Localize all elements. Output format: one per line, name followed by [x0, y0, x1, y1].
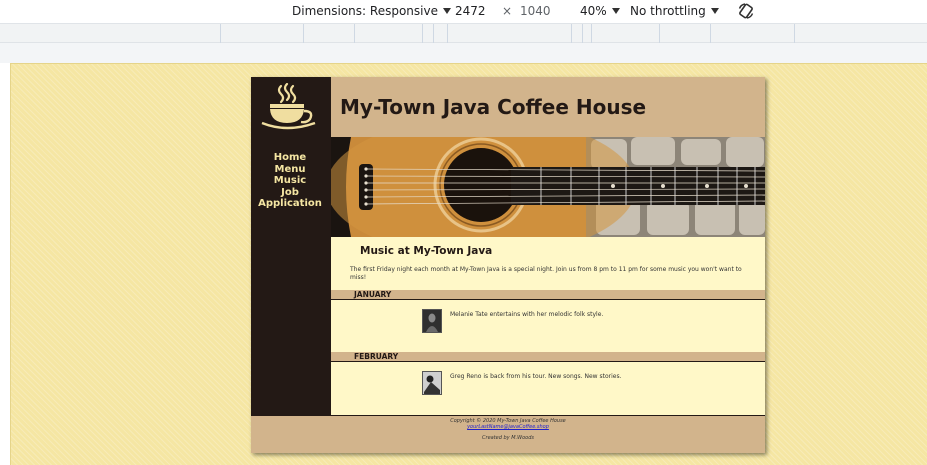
chevron-down-icon	[611, 8, 620, 14]
nav-link-home[interactable]: Home	[274, 152, 306, 163]
site-header: My-Town Java Coffee House	[251, 77, 765, 137]
nav-link-music[interactable]: Music	[274, 175, 306, 186]
zoom-label: 40%	[580, 4, 607, 18]
chevron-down-icon	[710, 8, 719, 14]
nav-item-menu[interactable]: Menu	[251, 164, 329, 176]
footer-email-link[interactable]: yourLastName@javaCoffee.shop	[467, 424, 549, 430]
rotate-icon[interactable]	[737, 2, 755, 20]
throttling-label: No throttling	[630, 4, 706, 18]
site-footer: Copyright © 2020 My-Town Java Coffee Hou…	[251, 415, 765, 453]
divider	[331, 361, 765, 362]
music-heading: Music at My-Town Java	[360, 245, 493, 257]
zoom-dropdown[interactable]: 40%	[580, 4, 620, 18]
dimensions-label: Dimensions: Responsive	[292, 4, 438, 18]
month-heading-january: JANUARY	[331, 290, 765, 299]
devtools-device-toolbar: Dimensions: Responsive × 40% No throttli…	[0, 0, 927, 23]
logo-box[interactable]	[251, 77, 331, 137]
width-input[interactable]	[452, 2, 496, 20]
media-query-ruler[interactable]	[0, 23, 927, 43]
event-text-february: Greg Reno is back from his tour. New son…	[450, 373, 622, 380]
chevron-down-icon	[442, 8, 451, 14]
melanie-tate-thumbnail	[422, 309, 442, 333]
event-text-january: Melanie Tate entertains with her melodic…	[450, 311, 604, 318]
main-content: Music at My-Town Java The first Friday n…	[331, 237, 765, 415]
footer-credit: Created by M.Woods	[482, 435, 534, 441]
site-wrapper: My-Town Java Coffee House Home Menu Musi…	[251, 77, 765, 453]
footer-email-line: yourLastName@javaCoffee.shop	[251, 424, 765, 430]
guitar-hero-illustration	[331, 137, 765, 237]
devtools-viewport-margin	[0, 43, 927, 63]
site-nav: Home Menu Music Job Application	[251, 137, 331, 415]
nav-item-home[interactable]: Home	[251, 152, 329, 164]
throttling-dropdown[interactable]: No throttling	[630, 4, 719, 18]
month-heading-february: FEBRUARY	[331, 352, 765, 361]
nav-item-job[interactable]: Job	[251, 187, 329, 199]
page-background: My-Town Java Coffee House Home Menu Musi…	[10, 63, 927, 465]
divider	[331, 299, 765, 300]
nav-link-menu[interactable]: Menu	[275, 164, 306, 175]
height-input[interactable]	[517, 2, 561, 20]
nav-link-job[interactable]: Job	[281, 187, 299, 198]
guitar-hero-image	[331, 137, 765, 237]
coffee-cup-logo-icon	[261, 83, 316, 130]
nav-item-music[interactable]: Music	[251, 175, 329, 187]
greg-reno-thumbnail	[422, 371, 442, 395]
dimensions-dropdown[interactable]: Dimensions: Responsive	[292, 4, 451, 18]
times-separator: ×	[502, 4, 513, 18]
nav-link-application[interactable]: Application	[258, 198, 322, 209]
nav-item-application[interactable]: Application	[251, 198, 329, 210]
intro-paragraph: The first Friday night each month at My-…	[350, 266, 742, 281]
site-title: My-Town Java Coffee House	[340, 95, 647, 119]
